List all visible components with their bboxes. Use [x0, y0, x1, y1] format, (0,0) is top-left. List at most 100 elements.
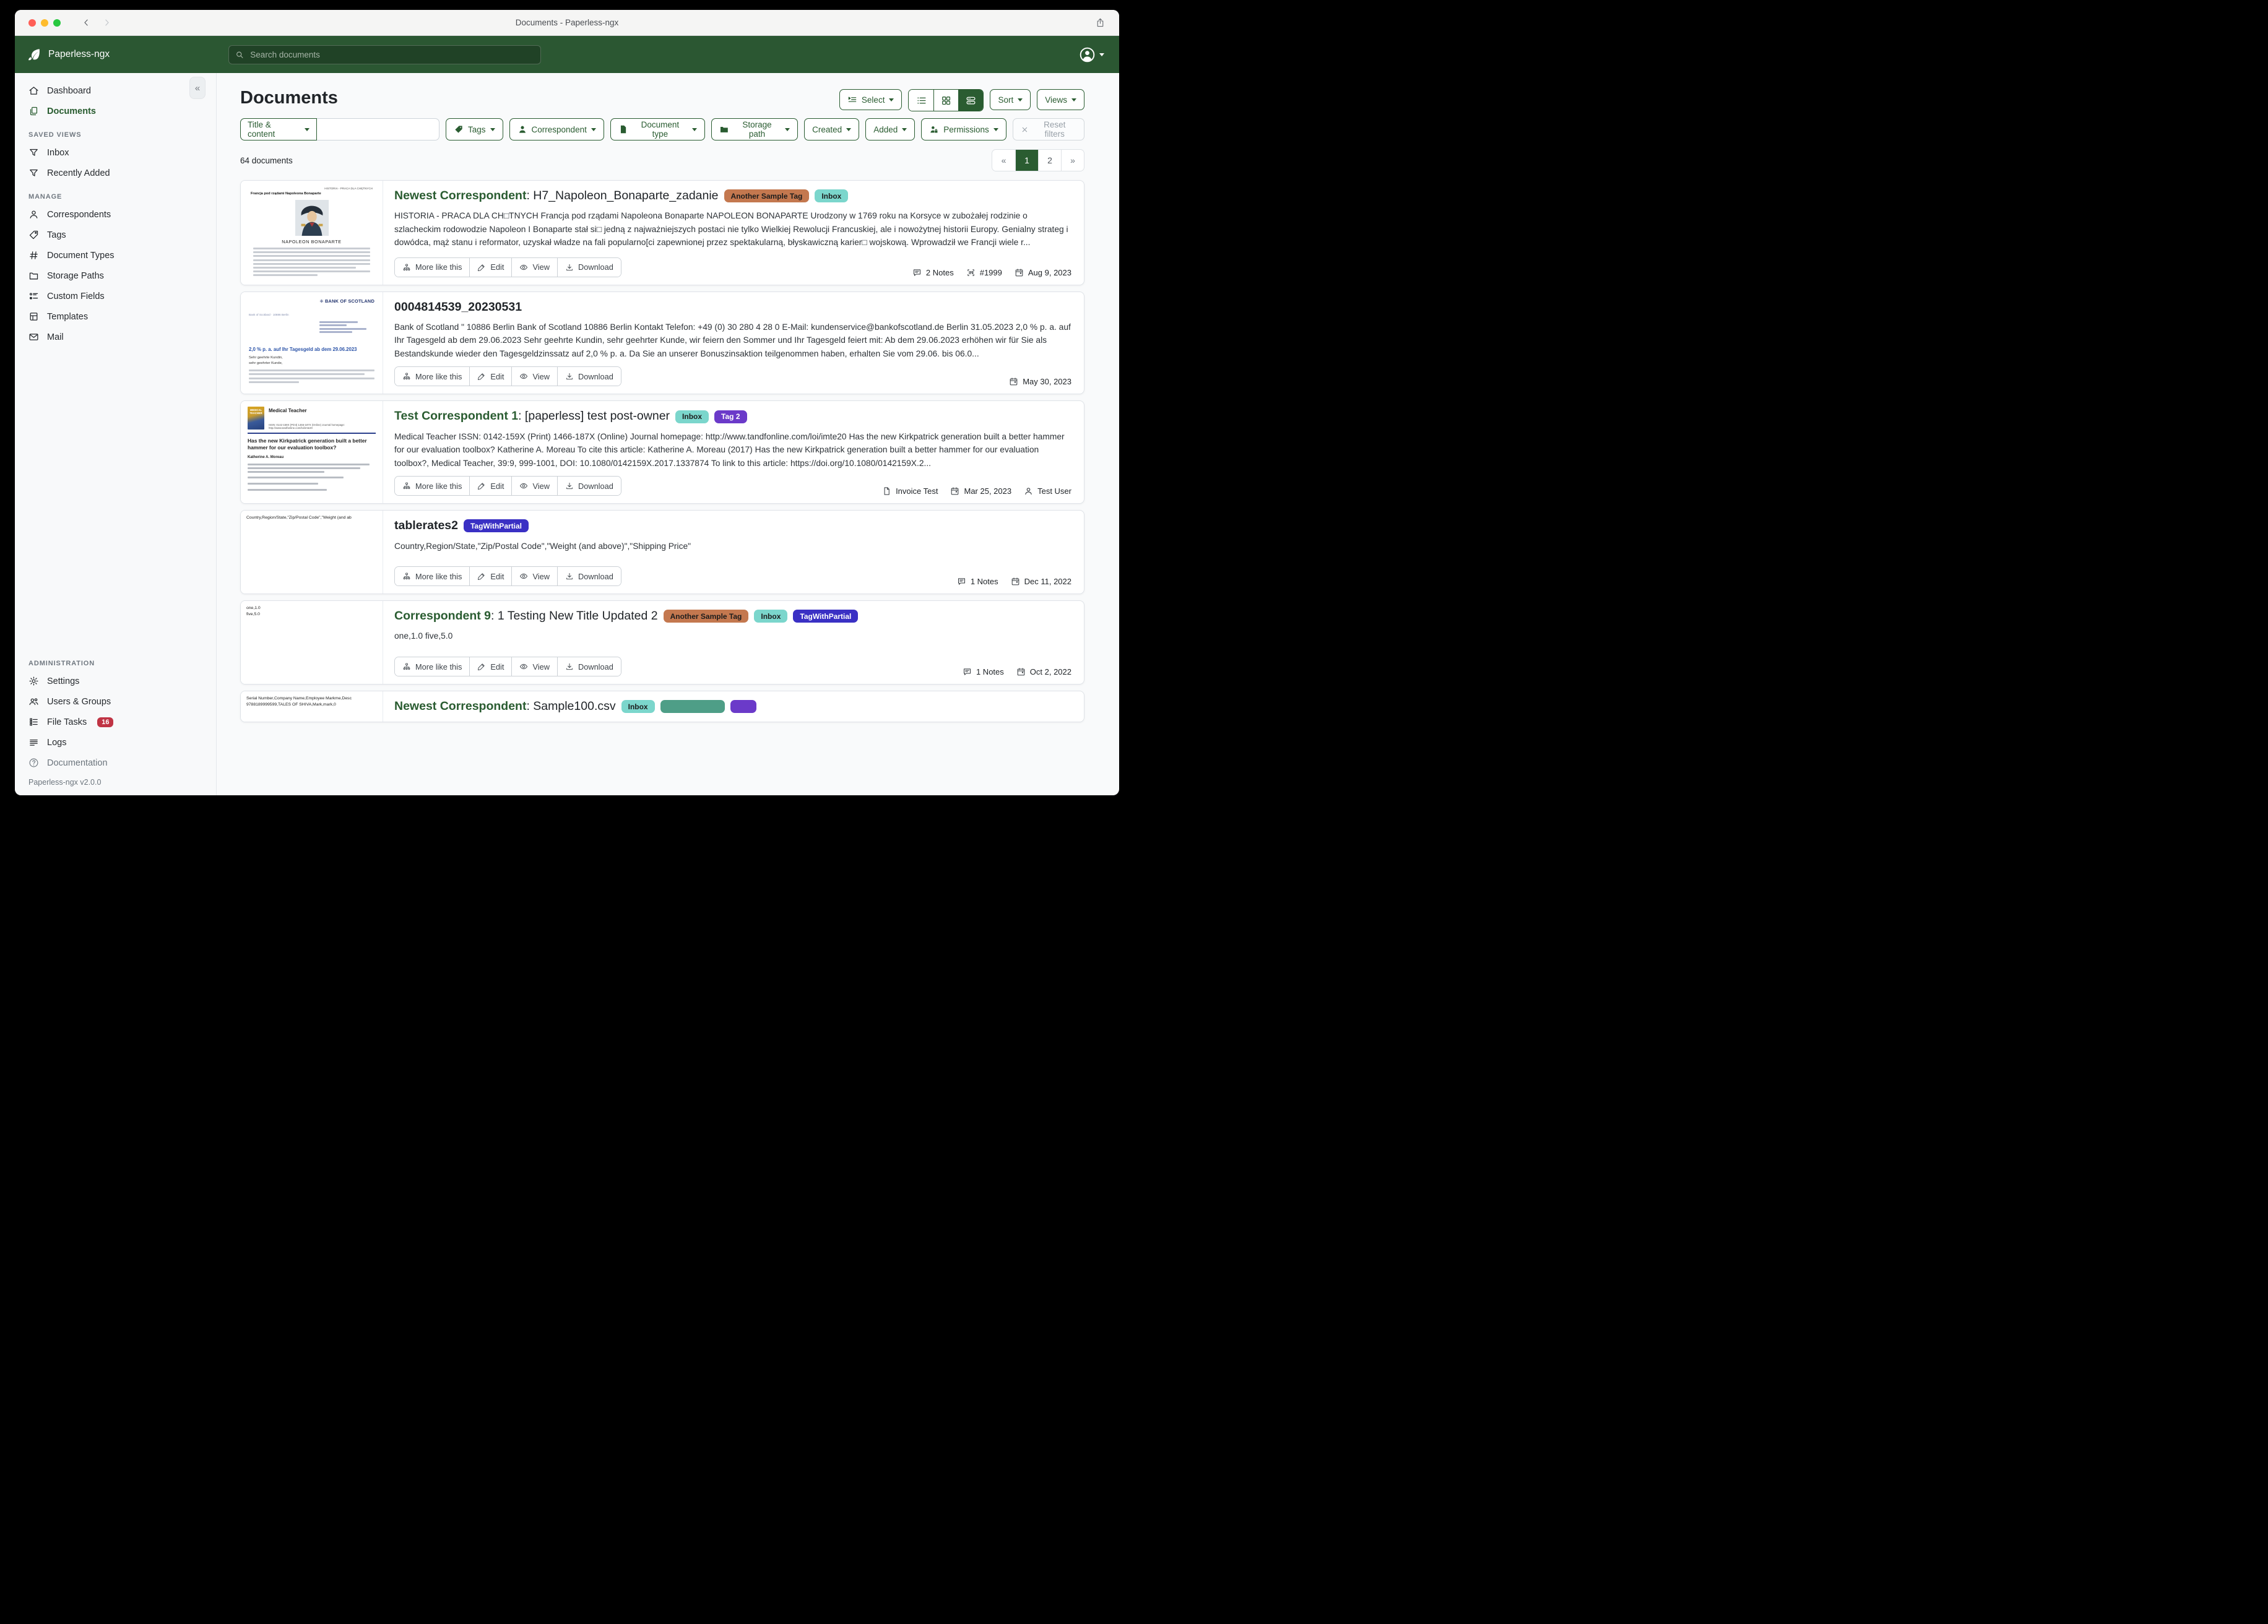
sidebar-item-document-types[interactable]: Document Types	[15, 245, 216, 266]
document-card: Country,Region/State,"Zip/Postal Code","…	[240, 510, 1084, 594]
filter-field-selector[interactable]: Title & content	[240, 118, 317, 140]
download-button[interactable]: Download	[557, 477, 621, 495]
document-thumbnail[interactable]: one,1.0 five,5.0	[241, 601, 383, 684]
correspondent-filter-button[interactable]: Correspondent	[509, 118, 604, 140]
sidebar-item-logs[interactable]: Logs	[15, 732, 216, 753]
pagination-page-1[interactable]: 1	[1015, 150, 1038, 171]
edit-button[interactable]: Edit	[469, 258, 511, 277]
tag[interactable]: Another Sample Tag	[664, 610, 749, 623]
document-thumbnail[interactable]: ❈ BANK OF SCOTLAND Bank of Scotland · 10…	[241, 292, 383, 394]
tag[interactable]: TagWithPartial	[793, 610, 858, 623]
sidebar-item-label: Mail	[47, 332, 64, 342]
document-title[interactable]: Newest Correspondent: H7_Napoleon_Bonapa…	[394, 188, 1071, 204]
document-title[interactable]: Newest Correspondent: Sample100.csv Inbo…	[394, 699, 1071, 714]
brand[interactable]: Paperless-ngx	[15, 48, 217, 62]
global-search[interactable]	[228, 45, 541, 64]
sidebar-item-correspondents[interactable]: Correspondents	[15, 204, 216, 225]
download-button[interactable]: Download	[557, 567, 621, 585]
view-button[interactable]: View	[511, 258, 557, 277]
added-filter-button[interactable]: Added	[865, 118, 915, 140]
document-thumbnail[interactable]: MEDICAL TEACHER Medical Teacher ISSN: 01…	[241, 401, 383, 503]
sidebar-item-tags[interactable]: Tags	[15, 225, 216, 245]
tag[interactable]	[660, 700, 725, 713]
view-button[interactable]: View	[511, 477, 557, 495]
pagination-page-2[interactable]: 2	[1038, 150, 1061, 171]
tag[interactable]: Tag 2	[714, 410, 747, 423]
storage-path-filter-button[interactable]: Storage path	[711, 118, 798, 140]
sidebar-item-custom-fields[interactable]: Custom Fields	[15, 286, 216, 306]
caret-down-icon	[1071, 98, 1076, 102]
view-button[interactable]: View	[511, 657, 557, 676]
sidebar-item-file-tasks[interactable]: File Tasks 16	[15, 712, 216, 732]
document-type-filter-button[interactable]: Document type	[610, 118, 705, 140]
document-thumbnail[interactable]: Serial Number,Company Name,Employee Mark…	[241, 691, 383, 722]
sidebar-item-mail[interactable]: Mail	[15, 327, 216, 347]
sidebar-item-documents[interactable]: Documents	[15, 101, 216, 121]
tag[interactable]: Another Sample Tag	[724, 189, 810, 202]
list-view-icon	[916, 95, 927, 106]
download-button[interactable]: Download	[557, 367, 621, 386]
edit-button[interactable]: Edit	[469, 477, 511, 495]
tags-filter-button[interactable]: Tags	[446, 118, 503, 140]
tag[interactable]	[730, 700, 756, 713]
brand-label: Paperless-ngx	[48, 49, 110, 60]
tag[interactable]: Inbox	[621, 700, 655, 713]
sidebar-item-inbox[interactable]: Inbox	[15, 142, 216, 163]
more-like-this-button[interactable]: More like this	[395, 477, 469, 495]
more-like-this-button[interactable]: More like this	[395, 258, 469, 277]
pagination-first[interactable]: «	[992, 150, 1015, 171]
tag[interactable]: Inbox	[815, 189, 848, 202]
document-thumbnail[interactable]: HISTORIA - PRACA DLA CHĘTNYCH Francja po…	[241, 181, 383, 285]
correspondent-link[interactable]: Newest Correspondent	[394, 699, 526, 713]
more-like-this-button[interactable]: More like this	[395, 567, 469, 585]
view-button[interactable]: View	[511, 567, 557, 585]
document-title[interactable]: Correspondent 9: 1 Testing New Title Upd…	[394, 608, 1071, 624]
tag[interactable]: TagWithPartial	[464, 519, 529, 532]
more-like-this-button[interactable]: More like this	[395, 657, 469, 676]
notes-count[interactable]: 1 Notes	[957, 577, 998, 586]
document-title[interactable]: Test Correspondent 1: [paperless] test p…	[394, 408, 1071, 424]
view-button[interactable]: View	[511, 367, 557, 386]
created-filter-button[interactable]: Created	[804, 118, 859, 140]
sidebar-item-documentation[interactable]: Documentation	[15, 753, 216, 773]
select-button[interactable]: Select	[839, 89, 902, 110]
detail-view-button[interactable]	[958, 90, 983, 111]
edit-button[interactable]: Edit	[469, 367, 511, 386]
download-button[interactable]: Download	[557, 258, 621, 277]
filter-query-input[interactable]	[317, 118, 439, 140]
tag[interactable]: Inbox	[675, 410, 709, 423]
sort-button[interactable]: Sort	[990, 89, 1031, 110]
document-title[interactable]: 0004814539_20230531	[394, 300, 1071, 315]
sidebar-item-users-groups[interactable]: Users & Groups	[15, 691, 216, 712]
correspondent-link[interactable]: Test Correspondent 1	[394, 409, 518, 423]
sidebar-item-dashboard[interactable]: Dashboard	[15, 80, 216, 101]
views-button[interactable]: Views	[1037, 89, 1084, 110]
tag[interactable]: Inbox	[754, 610, 787, 623]
permissions-filter-button[interactable]: Permissions	[921, 118, 1006, 140]
edit-button[interactable]: Edit	[469, 567, 511, 585]
document-title[interactable]: tablerates2 TagWithPartial	[394, 518, 1071, 533]
sidebar-collapse-button[interactable]: «	[189, 77, 206, 99]
list-view-button[interactable]	[909, 90, 933, 111]
caret-down-icon	[490, 128, 495, 131]
edit-button[interactable]: Edit	[469, 657, 511, 676]
more-like-this-button[interactable]: More like this	[395, 367, 469, 386]
sidebar-item-settings[interactable]: Settings	[15, 671, 216, 691]
notes-count[interactable]: 1 Notes	[963, 667, 1004, 676]
correspondent-link[interactable]: Correspondent 9	[394, 609, 491, 623]
search-input[interactable]	[249, 50, 534, 60]
document-thumbnail[interactable]: Country,Region/State,"Zip/Postal Code","…	[241, 511, 383, 594]
notes-count[interactable]: 2 Notes	[912, 268, 954, 277]
sidebar-item-recently-added[interactable]: Recently Added	[15, 163, 216, 183]
pagination-last[interactable]: »	[1061, 150, 1084, 171]
sidebar-item-templates[interactable]: Templates	[15, 306, 216, 327]
created-date: Mar 25, 2023	[950, 486, 1011, 496]
user-menu-caret-icon[interactable]	[1099, 53, 1104, 56]
document-type[interactable]: Invoice Test	[882, 486, 938, 496]
correspondent-link[interactable]: Newest Correspondent	[394, 189, 526, 202]
reset-filters-button[interactable]: Reset filters	[1013, 118, 1084, 140]
sidebar-item-storage-paths[interactable]: Storage Paths	[15, 266, 216, 286]
grid-view-button[interactable]	[933, 90, 958, 111]
download-button[interactable]: Download	[557, 657, 621, 676]
user-avatar[interactable]	[1079, 46, 1096, 63]
